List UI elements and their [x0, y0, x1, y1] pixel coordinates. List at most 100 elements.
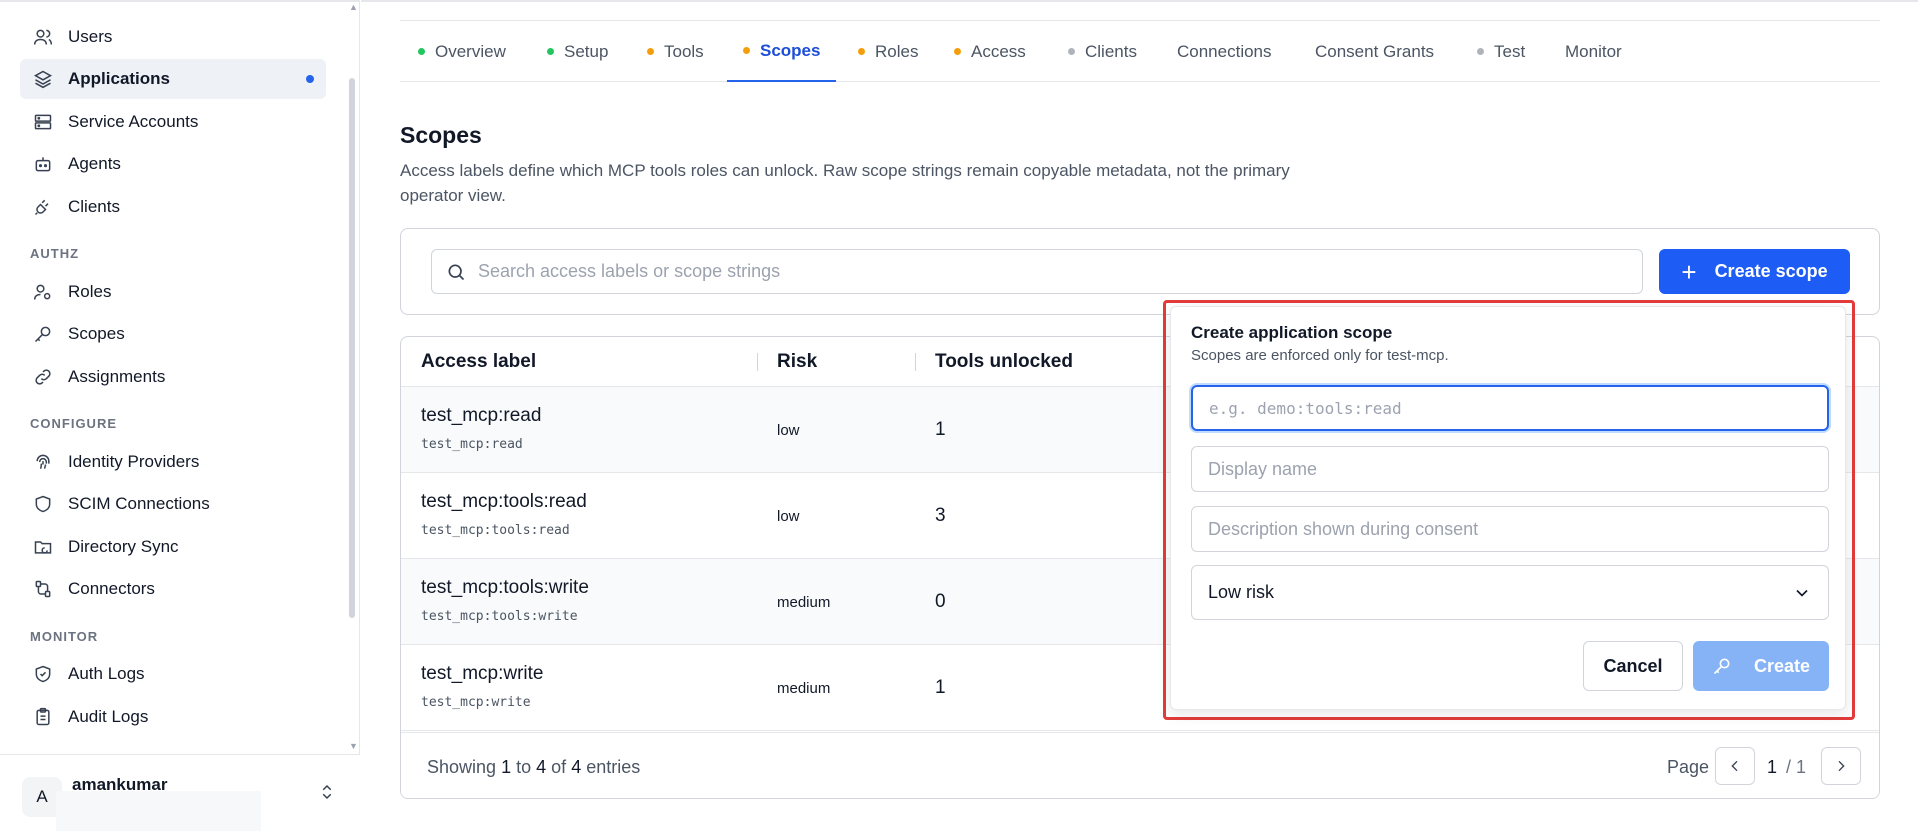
- cable-icon: [32, 578, 54, 600]
- tab-monitor[interactable]: Monitor: [1565, 21, 1622, 82]
- tools-unlocked-count: 1: [935, 677, 946, 698]
- risk-select[interactable]: Low risk: [1191, 565, 1829, 620]
- sidebar-item-service-accounts[interactable]: Service Accounts: [20, 102, 326, 142]
- page-description: Access labels define which MCP tools rol…: [400, 161, 1290, 205]
- risk-value: low: [777, 508, 800, 525]
- tools-unlocked-count: 0: [935, 591, 946, 612]
- sidebar-item-label: Agents: [68, 154, 121, 173]
- sidebar-item-identity-providers[interactable]: Identity Providers: [20, 442, 326, 482]
- description-input[interactable]: [1191, 506, 1829, 552]
- tab-label: Clients: [1085, 41, 1137, 61]
- sidebar-item-label: Service Accounts: [68, 112, 199, 131]
- tab-setup[interactable]: Setup: [547, 21, 608, 82]
- total-pages: / 1: [1786, 757, 1807, 777]
- section-label-authz: AUTHZ: [30, 246, 80, 261]
- search-input[interactable]: [478, 250, 1628, 293]
- sidebar-item-label: Audit Logs: [68, 707, 149, 726]
- sidebar-item-label: Directory Sync: [68, 537, 179, 556]
- sidebar-scrollbar[interactable]: [349, 78, 355, 618]
- section-label-configure: CONFIGURE: [30, 416, 117, 431]
- tab-consent-grants[interactable]: Consent Grants: [1315, 21, 1434, 82]
- column-header-tools-unlocked: Tools unlocked: [935, 351, 1073, 372]
- clipboard-icon: [32, 706, 54, 728]
- search-box[interactable]: [431, 249, 1643, 294]
- tab-scopes[interactable]: Scopes: [727, 21, 837, 82]
- scope-string: test_mcp:read: [421, 437, 523, 452]
- access-label: test_mcp:tools:read: [421, 491, 587, 512]
- sidebar-item-connectors[interactable]: Connectors: [20, 569, 326, 609]
- tab-label: Overview: [435, 41, 506, 61]
- sidebar-item-audit-logs[interactable]: Audit Logs: [20, 697, 326, 737]
- sidebar-item-applications[interactable]: Applications: [20, 59, 326, 99]
- sidebar-item-clients[interactable]: Clients: [20, 187, 326, 227]
- chevron-right-icon: [1838, 760, 1845, 772]
- showing-prefix: Showing: [427, 757, 497, 777]
- server-icon: [32, 111, 54, 133]
- sidebar-item-label: Identity Providers: [68, 452, 200, 471]
- scroll-down-arrow-icon[interactable]: ▼: [349, 741, 358, 751]
- previous-page-button[interactable]: [1715, 747, 1755, 785]
- tab-tools[interactable]: Tools: [647, 21, 704, 82]
- tab-access[interactable]: Access: [954, 21, 1026, 82]
- status-dot: [954, 48, 961, 55]
- sidebar-item-label: Clients: [68, 197, 120, 216]
- sidebar-item-label: Roles: [68, 282, 112, 301]
- sidebar-item-roles[interactable]: Roles: [20, 272, 326, 312]
- access-label: test_mcp:tools:write: [421, 577, 589, 598]
- sidebar-item-agents[interactable]: Agents: [20, 144, 326, 184]
- create-button-label: Create: [1753, 655, 1811, 676]
- status-dot: [1068, 48, 1075, 55]
- sidebar-item-auth-logs[interactable]: Auth Logs: [20, 654, 326, 694]
- risk-value: medium: [777, 594, 831, 611]
- scroll-up-arrow-icon[interactable]: ▲: [349, 2, 358, 12]
- sidebar-item-assignments[interactable]: Assignments: [20, 357, 326, 397]
- chevron-up-down-icon[interactable]: [318, 783, 336, 805]
- sidebar-item-users[interactable]: Users: [20, 17, 326, 57]
- status-dot: [418, 48, 425, 55]
- sidebar-item-label: Assignments: [68, 367, 166, 386]
- access-label: test_mcp:read: [421, 405, 542, 426]
- create-scope-label: Create scope: [1714, 261, 1828, 281]
- tab-label: Tools: [664, 41, 704, 61]
- status-dot: [1477, 48, 1484, 55]
- tab-roles[interactable]: Roles: [858, 21, 918, 82]
- create-button[interactable]: Create: [1693, 641, 1829, 691]
- sidebar-top-divider: [0, 0, 360, 2]
- tab-overview[interactable]: Overview: [418, 21, 506, 82]
- tab-label: Monitor: [1565, 41, 1622, 61]
- search-icon: [446, 262, 466, 282]
- sidebar: Users Applications Service Accounts Agen…: [0, 0, 360, 831]
- cancel-button[interactable]: Cancel: [1583, 641, 1683, 691]
- fingerprint-icon: [32, 451, 54, 473]
- next-page-button[interactable]: [1821, 747, 1861, 785]
- sidebar-item-scim-connections[interactable]: SCIM Connections: [20, 484, 326, 524]
- range-total: 4: [571, 757, 582, 777]
- sidebar-item-label: Scopes: [68, 324, 125, 343]
- sidebar-item-label: Users: [68, 27, 113, 46]
- user-menu[interactable]: A amankumar: [0, 754, 360, 831]
- display-name-input[interactable]: [1191, 446, 1829, 492]
- tab-clients[interactable]: Clients: [1068, 21, 1137, 82]
- status-dot: [647, 48, 654, 55]
- application-tabs: Overview Setup Tools Scopes Roles Access…: [400, 20, 1880, 82]
- column-divider: [915, 353, 916, 371]
- tab-label: Consent Grants: [1315, 41, 1435, 61]
- risk-value: low: [777, 422, 800, 439]
- entries-summary: Showing 1 to 4 of 4 entries: [427, 757, 640, 778]
- sidebar-item-scopes[interactable]: Scopes: [20, 314, 326, 354]
- tools-unlocked-count: 3: [935, 505, 946, 526]
- tab-test[interactable]: Test: [1477, 21, 1525, 82]
- folder-sync-icon: [32, 536, 54, 558]
- tab-connections[interactable]: Connections: [1177, 21, 1272, 82]
- scope-string-input[interactable]: [1191, 385, 1829, 431]
- plug-icon: [32, 196, 54, 218]
- to-word: to: [516, 757, 532, 777]
- page-label: Page: [1667, 757, 1710, 777]
- column-header-risk: Risk: [777, 351, 818, 372]
- link-icon: [32, 366, 54, 388]
- risk-select-value: Low risk: [1208, 582, 1275, 602]
- tab-label: Connections: [1177, 41, 1272, 61]
- create-scope-button[interactable]: + Create scope: [1659, 249, 1850, 294]
- sidebar-item-directory-sync[interactable]: Directory Sync: [20, 527, 326, 567]
- of-word: of: [551, 757, 567, 777]
